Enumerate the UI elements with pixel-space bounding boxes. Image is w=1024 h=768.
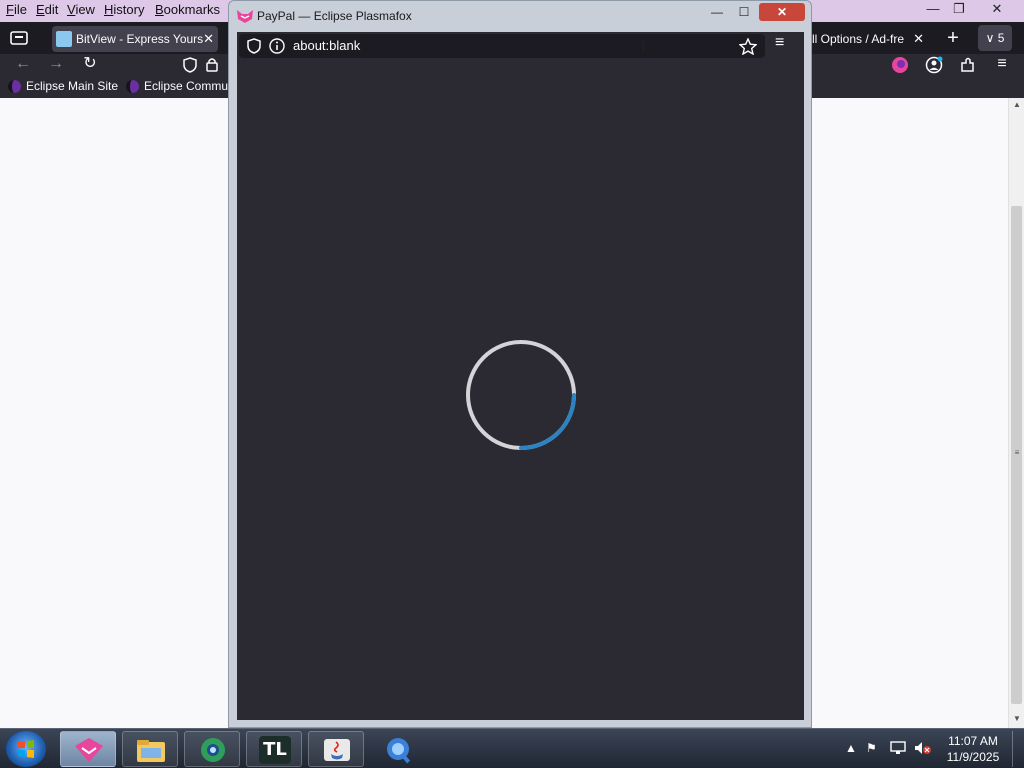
menu-file[interactable]: File [6, 2, 27, 17]
magnifier-globe-icon [387, 738, 411, 764]
popup-page-content [237, 60, 804, 720]
paypal-popup-window: PayPal — Eclipse Plasmafox — ☐ ✕ about:b… [228, 0, 812, 728]
scroll-down-icon[interactable]: ▼ [1012, 714, 1022, 723]
bookmark-item[interactable]: Eclipse Commu [126, 79, 228, 93]
shield-icon[interactable] [179, 54, 201, 76]
loading-spinner [466, 340, 576, 450]
tab-options[interactable]: ll Options / Ad-fre ✕ [812, 26, 926, 52]
close-tab-icon[interactable]: ✕ [913, 26, 924, 52]
bookmark-star-icon[interactable] [738, 37, 758, 58]
start-button[interactable] [6, 731, 46, 767]
tab-overview-icon[interactable] [6, 25, 32, 51]
close-button[interactable]: ✕ [759, 3, 805, 21]
url-text: about:blank [293, 38, 361, 53]
url-field[interactable]: about:blank I [239, 34, 765, 58]
windows-taskbar: TL ▲ ⚑ 11:07 AM 11/9/2025 [0, 728, 1024, 768]
clock-date: 11/9/2025 [946, 750, 1000, 764]
shield-icon[interactable] [247, 38, 261, 57]
text-cursor-icon: I [641, 38, 646, 56]
tab-count: 5 [997, 31, 1005, 45]
restore-icon[interactable]: ❐ [947, 0, 971, 18]
tab-list-button[interactable]: ∨ 5 [978, 25, 1012, 51]
extensions-icon[interactable] [957, 54, 979, 76]
window-title: PayPal — Eclipse Plasmafox [257, 9, 412, 23]
taskbar-file-explorer[interactable] [122, 731, 178, 767]
profile-color-icon[interactable] [889, 54, 911, 76]
new-tab-button[interactable]: + [940, 25, 966, 51]
eclipse-logo-icon [126, 80, 139, 93]
taskbar-plasmafox[interactable] [60, 731, 116, 767]
back-arrow-icon[interactable]: ← [12, 54, 34, 76]
system-clock[interactable]: 11:07 AM 11/9/2025 [944, 733, 1002, 765]
lock-icon[interactable] [201, 54, 223, 76]
tl-app-icon: TL [259, 736, 291, 764]
maximize-button[interactable]: ☐ [732, 3, 756, 21]
action-center-flag-icon[interactable]: ⚑ [866, 741, 877, 755]
menu-view[interactable]: View [67, 2, 95, 17]
reload-icon[interactable]: ↻ [79, 54, 101, 76]
java-icon [324, 739, 350, 761]
account-icon[interactable] [923, 54, 945, 76]
tab-title: BitView - Express Yours [76, 32, 204, 46]
bitview-favicon-icon [56, 31, 72, 47]
menu-edit[interactable]: Edit [36, 2, 58, 17]
popup-url-bar: about:blank I ≡ [237, 32, 804, 60]
taskbar-java[interactable] [308, 731, 364, 767]
bookmark-item[interactable]: Eclipse Main Site [8, 79, 118, 93]
scroll-grip-icon: ≡ [1014, 448, 1020, 457]
tab-bitview[interactable]: BitView - Express Yours ✕ [52, 26, 218, 52]
close-icon[interactable]: ✕ [985, 0, 1009, 18]
forward-arrow-icon[interactable]: → [45, 54, 67, 76]
info-icon[interactable] [269, 38, 285, 57]
chevron-down-icon: ∨ [985, 31, 998, 45]
minimize-button[interactable]: — [704, 3, 730, 21]
scroll-up-icon[interactable]: ▲ [1012, 100, 1022, 109]
spinner-progress-arc [519, 393, 576, 450]
show-desktop-button[interactable] [1012, 731, 1022, 767]
show-hidden-icons-icon[interactable]: ▲ [845, 741, 857, 755]
eclipse-logo-icon [8, 80, 21, 93]
hamburger-menu-icon[interactable]: ≡ [775, 34, 784, 52]
clock-time: 11:07 AM [948, 734, 998, 748]
minimize-icon[interactable]: — [921, 0, 945, 18]
network-icon[interactable] [890, 741, 906, 758]
hamburger-menu-icon[interactable]: ≡ [991, 54, 1013, 76]
taskbar-tl-app[interactable]: TL [246, 731, 302, 767]
menu-history[interactable]: History [104, 2, 144, 17]
windows-logo-icon [18, 740, 34, 758]
vertical-scrollbar[interactable]: ▲ ≡ ▼ [1008, 98, 1024, 728]
tab-title: ll Options / Ad-fre [812, 32, 905, 46]
folder-icon [137, 740, 165, 762]
close-tab-icon[interactable]: ✕ [203, 26, 214, 52]
menu-bookmarks[interactable]: Bookmarks [155, 2, 220, 17]
taskbar-search-app[interactable] [370, 731, 426, 767]
globe-icon [201, 738, 225, 762]
plasmafox-icon [75, 738, 103, 762]
plasmafox-icon [237, 10, 253, 23]
volume-muted-icon[interactable] [914, 741, 932, 758]
taskbar-browser-app[interactable] [184, 731, 240, 767]
